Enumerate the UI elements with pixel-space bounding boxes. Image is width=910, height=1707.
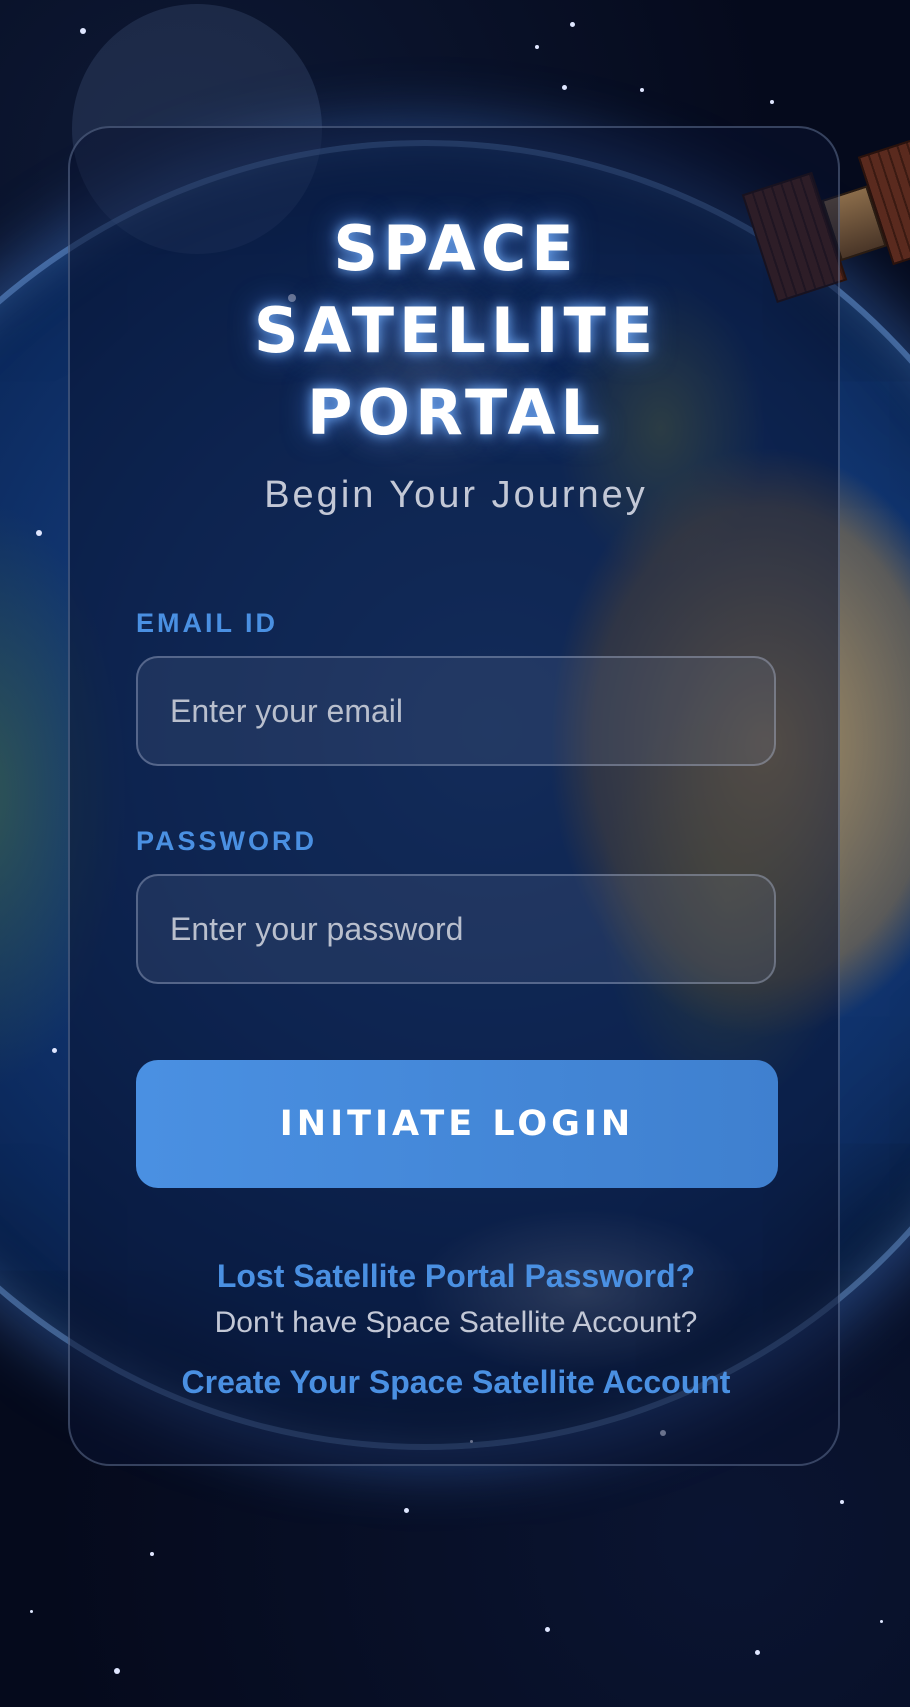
- portal-title: SPACE SATELLITE PORTAL: [70, 208, 842, 454]
- login-screen: SPACE SATELLITE PORTAL Begin Your Journe…: [0, 0, 910, 1707]
- email-input[interactable]: [136, 656, 776, 766]
- email-label: EMAIL ID: [136, 608, 279, 638]
- password-label: PASSWORD: [136, 826, 318, 856]
- title-line-2: SATELLITE: [253, 294, 659, 367]
- create-account-link[interactable]: Create Your Space Satellite Account: [70, 1364, 842, 1401]
- forgot-password-link[interactable]: Lost Satellite Portal Password?: [70, 1258, 842, 1295]
- password-input[interactable]: [136, 874, 776, 984]
- title-line-3: PORTAL: [306, 376, 606, 449]
- login-card: SPACE SATELLITE PORTAL Begin Your Journe…: [68, 126, 840, 1466]
- title-line-1: SPACE: [333, 212, 579, 285]
- subtitle: Begin Your Journey: [264, 474, 648, 516]
- no-account-text: Don't have Space Satellite Account?: [214, 1306, 698, 1339]
- initiate-login-button[interactable]: INITIATE LOGIN: [136, 1060, 778, 1188]
